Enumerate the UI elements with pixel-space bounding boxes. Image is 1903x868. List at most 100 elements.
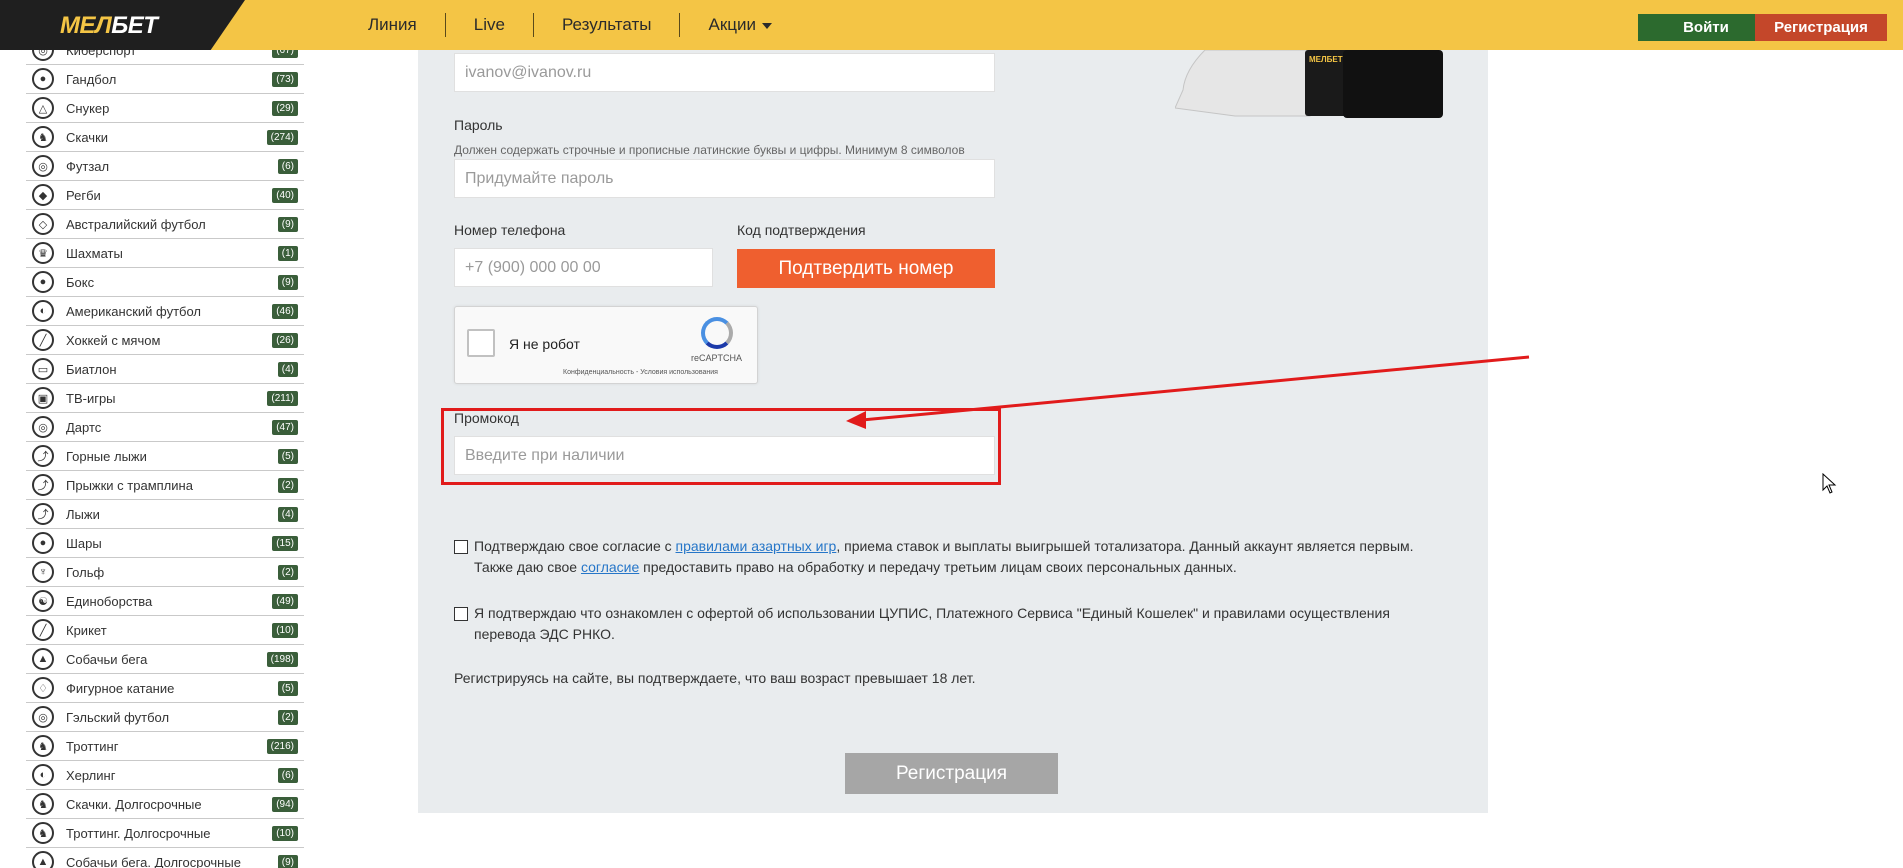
sidebar-item-label: Крикет (66, 622, 107, 638)
agree-rules-checkbox[interactable] (454, 540, 468, 554)
golf-icon: ♆ (32, 561, 54, 583)
sidebar-item[interactable]: ♆ Гольф (2) (26, 558, 304, 587)
snooker-icon: △ (32, 97, 54, 119)
svg-text:МЕЛБЕТ: МЕЛБЕТ (1309, 55, 1343, 64)
sidebar-item[interactable]: ☯ Единоборства (49) (26, 587, 304, 616)
agreement-rules: Подтверждаю свое согласие с правилами аз… (454, 536, 1444, 578)
sports-sidebar: ◎ Киберспорт (67) ● Гандбол (73) △ Снукер (29) ♞ С… (26, 50, 304, 868)
sidebar-item-count: (9) (277, 854, 298, 868)
sidebar-item[interactable]: ♢ Фигурное катание (5) (26, 674, 304, 703)
recaptcha-label: Я не робот (509, 336, 580, 352)
sidebar-item-label: Бокс (66, 274, 95, 290)
password-field[interactable]: Придумайте пароль (454, 159, 995, 198)
sidebar-item-count: (6) (277, 158, 298, 174)
sidebar-item[interactable]: ╱ Хоккей с мячом (26) (26, 326, 304, 355)
sidebar-item[interactable]: ♞ Троттинг. Долгосрочные (10) (26, 819, 304, 848)
hurling-icon: ◐ (32, 764, 54, 786)
dog-race-long-icon: ▲ (32, 851, 54, 868)
nav-results[interactable]: Результаты (534, 13, 681, 37)
sidebar-item-label: Регби (66, 187, 101, 203)
sidebar-item-count: (94) (272, 796, 298, 812)
phone-label: Номер телефона (454, 222, 566, 238)
sidebar-item[interactable]: ⤴ Горные лыжи (5) (26, 442, 304, 471)
melbet-logo[interactable]: МЕЛБЕТ (60, 12, 158, 40)
nav-line[interactable]: Линия (340, 13, 446, 37)
ski-jump-icon: ⤴ (32, 474, 54, 496)
nav-promotions[interactable]: Акции (680, 13, 800, 37)
sidebar-item[interactable]: ◎ Футзал (6) (26, 152, 304, 181)
handball-icon: ● (32, 68, 54, 90)
sidebar-item[interactable]: ♞ Троттинг (216) (26, 732, 304, 761)
sidebar-item[interactable]: ♞ Скачки (274) (26, 123, 304, 152)
sidebar-item-count: (216) (266, 738, 298, 754)
sidebar-item[interactable]: ▭ Биатлон (4) (26, 355, 304, 384)
futsal-icon: ◎ (32, 155, 54, 177)
sidebar-item[interactable]: ◇ Австралийский футбол (9) (26, 210, 304, 239)
sidebar-item[interactable]: ◎ Дартс (47) (26, 413, 304, 442)
sidebar-item[interactable]: ◆ Регби (40) (26, 181, 304, 210)
sidebar-item[interactable]: ▣ ТВ-игры (211) (26, 384, 304, 413)
sidebar-item[interactable]: ╱ Крикет (10) (26, 616, 304, 645)
sidebar-item[interactable]: ◐ Херлинг (6) (26, 761, 304, 790)
gambling-rules-link[interactable]: правилами азартных игр (676, 538, 837, 554)
email-field[interactable]: ivanov@ivanov.ru (454, 53, 995, 92)
recaptcha-brand: reCAPTCHA (691, 353, 743, 363)
sidebar-item[interactable]: ◐ Американский футбол (46) (26, 297, 304, 326)
sidebar-item[interactable]: ▲ Собачьи бега (198) (26, 645, 304, 674)
sidebar-item[interactable]: ⤴ Лыжи (4) (26, 500, 304, 529)
recaptcha-logo-icon (701, 317, 733, 349)
cyber-icon: ◎ (32, 50, 54, 61)
sidebar-item-count: (274) (266, 129, 298, 145)
sidebar-item-label: ТВ-игры (66, 390, 116, 406)
recaptcha-checkbox[interactable] (467, 329, 495, 357)
nav-promotions-label: Акции (708, 15, 756, 34)
horse-icon: ♞ (32, 126, 54, 148)
agree-cupis-text: Я подтверждаю что ознакомлен с офертой о… (474, 605, 1390, 642)
password-label: Пароль (454, 117, 503, 133)
agree1-pre: Подтверждаю свое согласие с (474, 538, 676, 554)
mouse-cursor-icon (1822, 473, 1837, 494)
sidebar-item[interactable]: ♛ Шахматы (1) (26, 239, 304, 268)
sidebar-item[interactable]: ● Гандбол (73) (26, 65, 304, 94)
register-header-button[interactable]: Регистрация (1755, 14, 1887, 41)
sidebar-item[interactable]: ◎ Гэльский футбол (2) (26, 703, 304, 732)
darts-icon: ◎ (32, 416, 54, 438)
sidebar-item-count: (9) (277, 274, 298, 290)
confirm-number-button[interactable]: Подтвердить номер (737, 249, 995, 288)
sidebar-item[interactable]: ♞ Скачки. Долгосрочные (94) (26, 790, 304, 819)
phone-field[interactable]: +7 (900) 000 00 00 (454, 248, 713, 287)
nav-live[interactable]: Live (446, 13, 534, 37)
logo-text-1: МЕЛ (60, 12, 112, 39)
balls-icon: ● (32, 532, 54, 554)
sidebar-item-count: (15) (272, 535, 298, 551)
sidebar-item-label: Собачьи бега. Долгосрочные (66, 854, 241, 868)
biathlon-icon: ▭ (32, 358, 54, 380)
trotting-long-icon: ♞ (32, 822, 54, 844)
sidebar-item-label: Снукер (66, 100, 110, 116)
sidebar-item-count: (1) (277, 245, 298, 261)
login-button[interactable]: Войти (1638, 14, 1774, 41)
consent-link[interactable]: согласие (581, 559, 639, 575)
top-header: МЕЛБЕТ Линия Live Результаты Акции Войти… (0, 0, 1903, 50)
trotting-icon: ♞ (32, 735, 54, 757)
sidebar-item-label: Киберспорт (66, 50, 137, 58)
recaptcha-links[interactable]: Конфиденциальность - Условия использован… (563, 369, 718, 376)
sidebar-item[interactable]: △ Снукер (29) (26, 94, 304, 123)
sidebar-item[interactable]: ● Бокс (9) (26, 268, 304, 297)
agree-cupis-checkbox[interactable] (454, 607, 468, 621)
sidebar-item[interactable]: ⤴ Прыжки с трамплина (2) (26, 471, 304, 500)
martial-arts-icon: ☯ (32, 590, 54, 612)
sidebar-item[interactable]: ◎ Киберспорт (67) (26, 50, 304, 65)
chess-icon: ♛ (32, 242, 54, 264)
sidebar-item[interactable]: ● Шары (15) (26, 529, 304, 558)
sidebar-item-label: Лыжи (66, 506, 100, 522)
ski-icon: ⤴ (32, 503, 54, 525)
dog-race-icon: ▲ (32, 648, 54, 670)
rugby-icon: ◆ (32, 184, 54, 206)
register-submit-button[interactable]: Регистрация (845, 753, 1058, 794)
sidebar-item-count: (2) (277, 709, 298, 725)
sidebar-item-count: (47) (272, 419, 298, 435)
code-label: Код подтверждения (737, 222, 866, 238)
sidebar-item[interactable]: ▲ Собачьи бега. Долгосрочные (9) (26, 848, 304, 868)
age-notice: Регистрируясь на сайте, вы подтверждаете… (454, 670, 976, 686)
